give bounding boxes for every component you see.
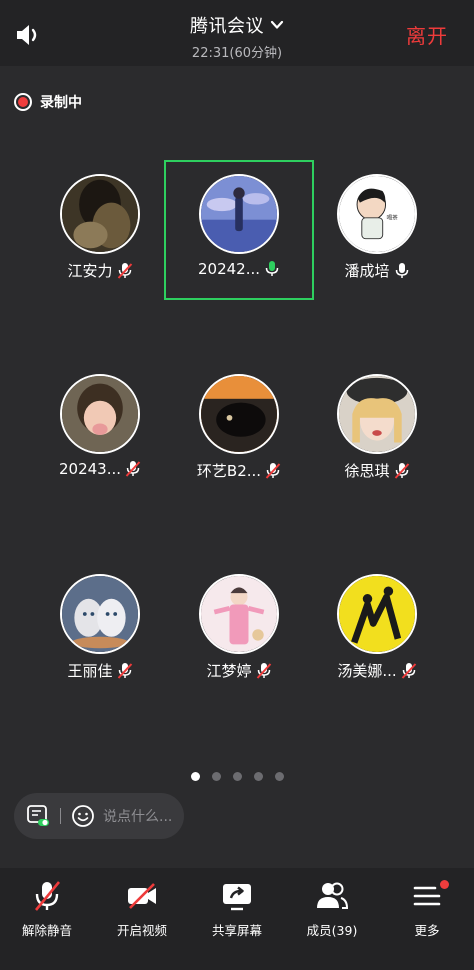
avatar	[199, 174, 279, 254]
participant-name: 环艺B2...	[196, 462, 262, 480]
meeting-title-area[interactable]: 腾讯会议 22:31(60分钟)	[0, 12, 474, 61]
page-indicator[interactable]	[0, 772, 474, 781]
mic-muted-icon	[401, 662, 416, 679]
mic-muted-icon	[117, 662, 132, 679]
avatar	[337, 574, 417, 654]
participant-tile[interactable]: 20243...	[25, 360, 175, 500]
page-dot[interactable]	[232, 772, 242, 781]
participant-tile-speaking[interactable]: 20242...	[164, 160, 314, 300]
page-dot[interactable]	[253, 772, 263, 781]
participant-tile[interactable]: 王丽佳	[25, 560, 175, 700]
avatar	[199, 374, 279, 454]
avatar	[337, 374, 417, 454]
top-bar: 腾讯会议 22:31(60分钟) 离开	[0, 0, 474, 66]
avatar	[60, 174, 140, 254]
mic-icon	[395, 262, 408, 278]
camera-off-icon	[128, 883, 156, 909]
emoji-icon[interactable]	[71, 804, 95, 828]
chat-list-icon[interactable]	[26, 804, 50, 828]
more-label: 更多	[414, 923, 440, 938]
more-button[interactable]: 更多	[380, 878, 474, 939]
recording-indicator[interactable]: 录制中	[14, 92, 82, 112]
unmute-button[interactable]: 解除静音	[0, 878, 94, 939]
participant-name: 20243...	[58, 460, 122, 478]
page-dot[interactable]	[274, 772, 284, 781]
mic-muted-icon	[125, 461, 141, 477]
participant-tile[interactable]: 江安力	[25, 160, 175, 300]
chevron-down-icon[interactable]	[270, 18, 284, 32]
participant-name: 江安力	[67, 262, 113, 280]
share-screen-button[interactable]: 共享屏幕	[190, 878, 284, 939]
participant-name: 潘成培	[344, 262, 390, 280]
meeting-time: 22:31(60分钟)	[191, 46, 283, 61]
start-video-button[interactable]: 开启视频	[95, 878, 189, 939]
participant-tile[interactable]: 江梦婷	[164, 560, 314, 700]
svg-text:喝茶: 喝茶	[387, 214, 399, 222]
page-dot[interactable]	[211, 772, 221, 781]
participant-name: 20242...	[197, 260, 261, 278]
participant-tile[interactable]: 汤美娜...	[302, 560, 452, 700]
unmute-label: 解除静音	[21, 923, 72, 938]
share-screen-icon	[223, 884, 251, 911]
participant-name: 汤美娜...	[337, 662, 397, 680]
mic-muted-icon	[117, 262, 132, 279]
record-icon	[14, 93, 32, 111]
participant-name: 徐思琪	[344, 462, 390, 480]
leave-button[interactable]: 离开	[406, 20, 448, 49]
avatar	[60, 374, 140, 454]
recording-label: 录制中	[40, 95, 82, 111]
notification-dot	[440, 880, 449, 889]
participant-name: 江梦婷	[206, 662, 252, 680]
avatar: 喝茶	[337, 174, 417, 254]
participant-name: 王丽佳	[67, 662, 113, 680]
avatar	[199, 574, 279, 654]
bottom-toolbar: 解除静音 开启视频 共享屏幕 成员(39) 更多	[0, 868, 474, 970]
participant-tile[interactable]: 环艺B2...	[164, 360, 314, 500]
avatar	[60, 574, 140, 654]
participant-tile[interactable]: 喝茶 潘成培	[302, 160, 452, 300]
chat-input-bar[interactable]: 说点什么...	[14, 793, 184, 839]
mic-speaking-icon	[265, 261, 279, 276]
mic-off-icon	[34, 881, 61, 911]
participant-tile[interactable]: 徐思琪	[302, 360, 452, 500]
members-icon	[317, 882, 349, 909]
meeting-title[interactable]: 腾讯会议	[190, 12, 264, 38]
mic-muted-icon	[394, 462, 409, 479]
chat-placeholder[interactable]: 说点什么...	[103, 806, 172, 826]
share-screen-label: 共享屏幕	[211, 923, 262, 938]
members-label: 成员(39)	[306, 923, 358, 938]
start-video-label: 开启视频	[116, 923, 167, 938]
mic-muted-icon	[256, 662, 271, 679]
mic-muted-icon	[265, 462, 281, 479]
members-button[interactable]: 成员(39)	[285, 878, 379, 939]
divider	[60, 808, 61, 824]
page-dot-active[interactable]	[190, 772, 200, 781]
